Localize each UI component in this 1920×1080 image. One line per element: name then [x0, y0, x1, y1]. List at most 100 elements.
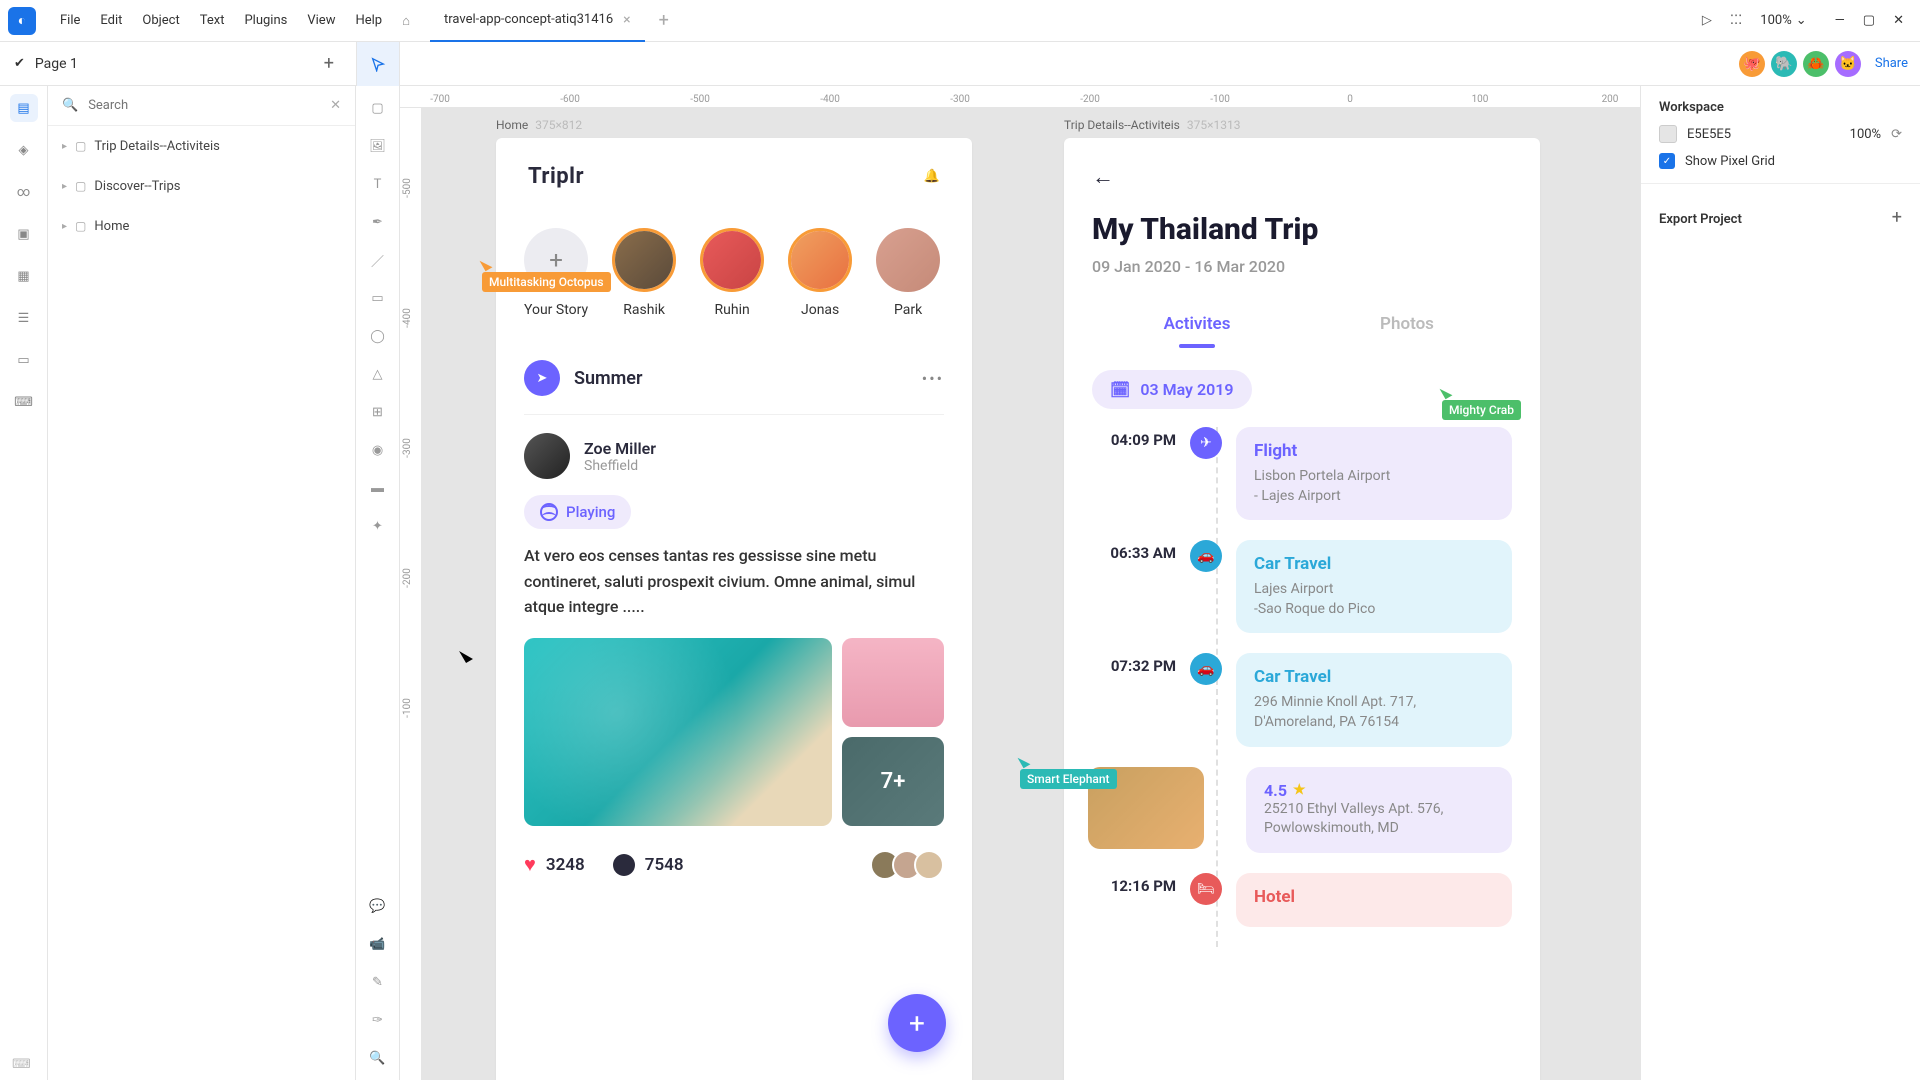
rect-tool-icon[interactable]: ▭	[366, 286, 390, 310]
liker-avatars[interactable]	[878, 850, 944, 880]
story-item[interactable]: Ruhin	[700, 228, 764, 318]
eyedropper-icon[interactable]: ✑	[366, 1008, 390, 1032]
search-input[interactable]	[88, 98, 320, 113]
back-arrow-icon[interactable]: ←	[1092, 164, 1512, 190]
avatar-cat[interactable]: 🐱	[1835, 51, 1861, 77]
avatar-tool-icon[interactable]: ◉	[366, 438, 390, 462]
links-panel-icon[interactable]: ∞	[10, 178, 38, 206]
maximize-icon[interactable]: ▢	[1863, 13, 1875, 28]
fab-add-button[interactable]: +	[888, 994, 946, 1052]
menu-edit[interactable]: Edit	[90, 13, 132, 28]
components-panel-icon[interactable]: ◈	[10, 136, 38, 164]
document-tab[interactable]: travel-app-concept-atiq31416 ×	[430, 0, 645, 42]
button-tool-icon[interactable]: ▬	[366, 476, 390, 500]
bg-swatch[interactable]	[1659, 125, 1677, 143]
date-chip[interactable]: 🗓 03 May 2019	[1092, 370, 1252, 409]
grid-apps-icon[interactable]: ⁚⁚⁚	[1730, 13, 1742, 28]
story-item[interactable]: Park	[876, 228, 940, 318]
avatar-octopus[interactable]: 🐙	[1739, 51, 1765, 77]
menu-text[interactable]: Text	[190, 13, 235, 28]
tab-photos[interactable]: Photos	[1302, 304, 1512, 348]
video-icon[interactable]: 📹	[366, 932, 390, 956]
close-tab-icon[interactable]: ×	[623, 12, 630, 28]
post-author[interactable]: Zoe Miller Sheffield	[496, 433, 972, 479]
artboard-trip-details[interactable]: ← My Thailand Trip 09 Jan 2020 - 16 Mar …	[1064, 138, 1540, 1080]
timeline-item[interactable]: 12:16 PM 🛏 Hotel	[1092, 873, 1512, 927]
share-button[interactable]: Share	[1875, 56, 1908, 71]
car-icon: 🚗	[1190, 653, 1222, 685]
gallery-thumb[interactable]	[842, 638, 944, 727]
ellipse-tool-icon[interactable]: ◯	[366, 324, 390, 348]
zoom-control[interactable]: 100% ⌄	[1760, 13, 1806, 28]
avatar-crab[interactable]: 🦀	[1803, 51, 1829, 77]
app-logo[interactable]: ◐	[8, 7, 36, 35]
layer-item[interactable]: ▸ ▢ Discover--Trips	[48, 166, 355, 206]
ruler-horizontal: -700 -600 -500 -400 -300 -200 -100 0 100…	[400, 86, 1640, 108]
add-tab-button[interactable]: +	[659, 10, 669, 31]
layers-panel-icon[interactable]: ▤	[10, 94, 38, 122]
menu-object[interactable]: Object	[132, 13, 189, 28]
story-item[interactable]: Rashik	[612, 228, 676, 318]
search-icon: 🔍	[62, 98, 78, 113]
story-item[interactable]: Jonas	[788, 228, 852, 318]
artboard-label[interactable]: Home 375×812	[496, 118, 582, 132]
clear-search-icon[interactable]: ✕	[330, 98, 341, 113]
zoom-icon[interactable]: 🔍	[366, 1046, 390, 1070]
grid-tool-icon[interactable]: ⊞	[366, 400, 390, 424]
menu-plugins[interactable]: Plugins	[234, 13, 297, 28]
home-icon[interactable]: ⌂	[402, 13, 410, 29]
refresh-icon[interactable]: ⟳	[1891, 127, 1902, 142]
artboards-panel-icon[interactable]: ▭	[10, 346, 38, 374]
chat-icon[interactable]: 💬	[366, 894, 390, 918]
images-panel-icon[interactable]: ▦	[10, 262, 38, 290]
polygon-tool-icon[interactable]: △	[366, 362, 390, 386]
expand-icon[interactable]: ▸	[62, 181, 67, 192]
like-count[interactable]: ♥ 3248	[524, 852, 585, 877]
menu-view[interactable]: View	[297, 13, 345, 28]
frame-tool-icon[interactable]: ▢	[366, 96, 390, 120]
boolean-tool-icon[interactable]: ✦	[366, 514, 390, 538]
code-panel-icon[interactable]: ⌨	[10, 388, 38, 416]
expand-icon[interactable]: ▸	[62, 141, 67, 152]
close-window-icon[interactable]: ✕	[1893, 13, 1904, 28]
play-icon[interactable]: ▷	[1702, 13, 1712, 28]
add-page-button[interactable]: +	[324, 53, 334, 74]
layer-item[interactable]: ▸ ▢ Trip Details--Activiteis	[48, 126, 355, 166]
add-export-button[interactable]: +	[1892, 207, 1902, 228]
forms-panel-icon[interactable]: ☰	[10, 304, 38, 332]
tab-activities[interactable]: Activites	[1092, 304, 1302, 348]
bell-icon[interactable]: 🔔	[924, 169, 940, 184]
gallery-main-image[interactable]	[524, 638, 832, 826]
line-tool-icon[interactable]: ／	[366, 248, 390, 272]
timeline-item[interactable]: 06:33 AM 🚗 Car Travel Lajes Airport -Sao…	[1092, 540, 1512, 633]
post-gallery[interactable]: 7+	[496, 620, 972, 844]
timeline-item[interactable]: 04:09 PM ✈ Flight Lisbon Portela Airport…	[1092, 427, 1512, 520]
pen-tool-icon[interactable]: ✒	[366, 210, 390, 234]
layer-item[interactable]: ▸ ▢ Home	[48, 206, 355, 246]
gallery-more[interactable]: 7+	[842, 737, 944, 826]
timeline-item[interactable]: 07:32 PM 🚗 Car Travel 296 Minnie Knoll A…	[1092, 653, 1512, 746]
move-tool[interactable]	[356, 42, 400, 86]
page-check-icon[interactable]: ✔	[14, 56, 25, 71]
more-icon[interactable]: •••	[922, 369, 944, 388]
activity-chip[interactable]: Playing	[524, 495, 631, 529]
page-title[interactable]: Page 1	[35, 56, 324, 72]
comment-count[interactable]: 7548	[613, 854, 684, 876]
bg-opacity[interactable]: 100%	[1850, 127, 1881, 142]
artboard-label[interactable]: Trip Details--Activiteis 375×1313	[1064, 118, 1240, 132]
bg-hex[interactable]: E5E5E5	[1687, 127, 1840, 142]
library-panel-icon[interactable]: ▣	[10, 220, 38, 248]
timeline-item[interactable]: 4.5★ 25210 Ethyl Valleys Apt. 576, Powlo…	[1092, 767, 1512, 853]
avatar-elephant[interactable]: 🐘	[1771, 51, 1797, 77]
edit-icon[interactable]: ✎	[366, 970, 390, 994]
menu-help[interactable]: Help	[345, 13, 392, 28]
text-tool-icon[interactable]: T	[366, 172, 390, 196]
canvas[interactable]: Home 375×812 Trip Details--Activiteis 37…	[422, 108, 1640, 1080]
layer-label: Discover--Trips	[94, 179, 180, 194]
menu-file[interactable]: File	[50, 13, 90, 28]
minimize-icon[interactable]: —	[1835, 13, 1845, 28]
keyboard-icon[interactable]: ⌨	[12, 1057, 31, 1072]
pixel-grid-checkbox[interactable]: ✓	[1659, 153, 1675, 169]
image-tool-icon[interactable]: 🖼	[366, 134, 390, 158]
expand-icon[interactable]: ▸	[62, 221, 67, 232]
